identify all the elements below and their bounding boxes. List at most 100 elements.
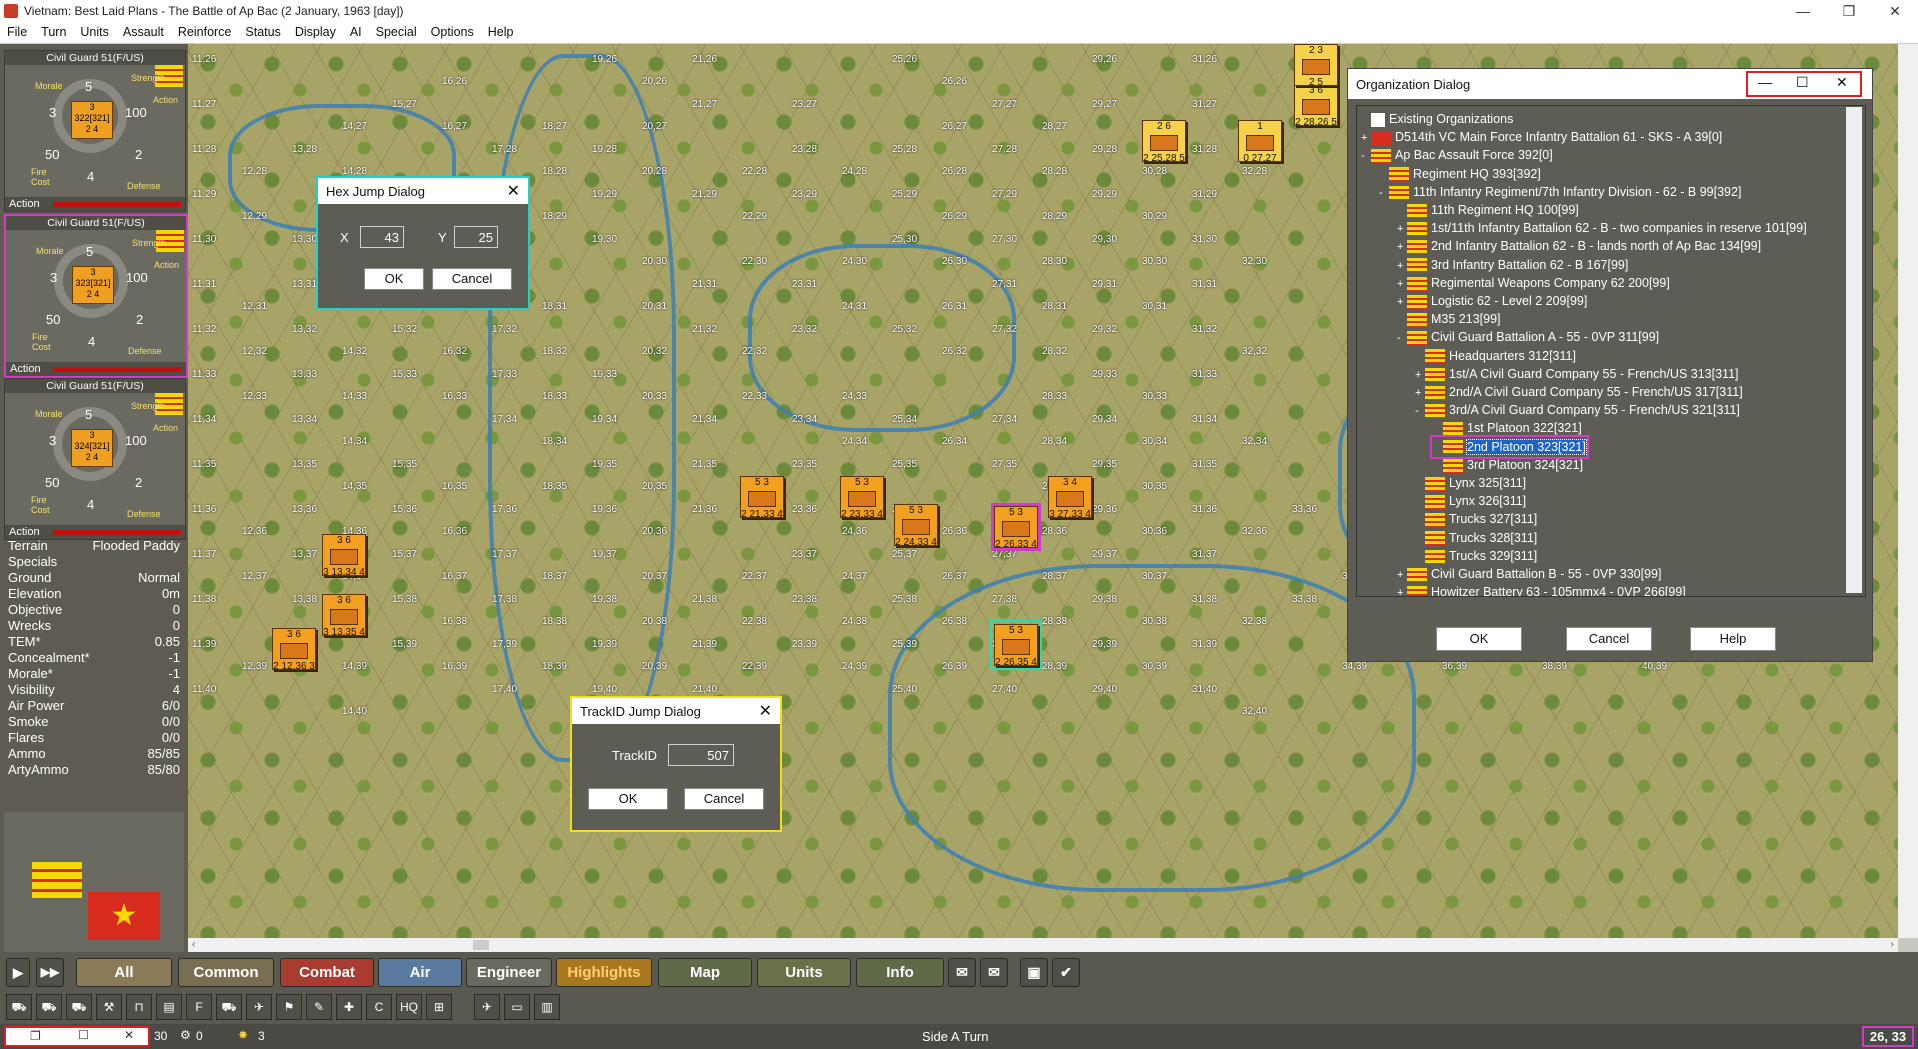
unit-counter[interactable]: 3 63 13,35 4 — [322, 594, 366, 638]
aircraft-icon[interactable]: ✈ — [474, 994, 500, 1020]
tab-common[interactable]: Common — [178, 958, 274, 987]
org-tree-item[interactable]: Trucks 329[311] — [1415, 547, 1537, 565]
mail-icon[interactable]: ✉ — [948, 958, 976, 987]
unit-card[interactable]: Civil Guard 51(F/US) Morale Strength Action… — [4, 214, 188, 378]
org-tree-item[interactable]: 1st Platoon 322[321] — [1433, 419, 1582, 437]
restore-icon[interactable]: ❐ — [30, 1029, 41, 1043]
org-tree-item[interactable]: +1st/11th Infantry Battalion 62 - B - tw… — [1397, 219, 1807, 237]
tab-info[interactable]: Info — [856, 958, 944, 987]
org-tree-item[interactable]: Trucks 328[311] — [1415, 529, 1537, 547]
org-tree-item[interactable]: 3rd Platoon 324[321] — [1433, 456, 1583, 474]
org-tree-item[interactable]: 2nd Platoon 323[321] — [1430, 434, 1589, 459]
trackid-input[interactable] — [668, 744, 734, 766]
menu-file[interactable]: File — [0, 22, 34, 39]
expander-icon[interactable]: + — [1397, 238, 1407, 256]
expander-icon[interactable]: + — [1397, 566, 1407, 584]
tab-combat[interactable]: Combat — [280, 958, 374, 987]
unit-counter[interactable]: 3 322[321] 2 4 — [71, 101, 113, 139]
expander-icon[interactable]: + — [1397, 293, 1407, 311]
tab-highlights[interactable]: Highlights — [556, 958, 652, 987]
org-tree-item[interactable]: + Howitzer Battery 63 - 105mmx4 - 0VP 266… — [1397, 583, 1686, 596]
unit-counter[interactable]: 1 0 27,27 — [1238, 120, 1282, 164]
ok-button[interactable]: OK — [364, 268, 424, 290]
org-tree-item[interactable]: + Logistic 62 - Level 2 209[99] — [1397, 292, 1587, 310]
unit-counter[interactable]: 5 3 2 24,33 4 — [894, 504, 938, 548]
ok-button[interactable]: OK — [588, 788, 668, 810]
menu-status[interactable]: Status — [238, 22, 287, 39]
expander-icon[interactable]: + — [1397, 584, 1407, 596]
unit-counter[interactable]: 3 6 2 12,36 3 — [272, 628, 316, 672]
check-icon[interactable]: ✔ — [1052, 958, 1080, 987]
org-tree-item[interactable]: M35 213[99] — [1397, 310, 1501, 328]
menu-turn[interactable]: Turn — [34, 22, 73, 39]
org-tree-item[interactable]: - Ap Bac Assault Force 392[0] — [1361, 146, 1553, 164]
org-tree-item[interactable]: Lynx 325[311] — [1415, 474, 1526, 492]
fast-forward-icon[interactable]: ▶▶ — [36, 958, 64, 987]
unit-counter[interactable]: 3 324[321] 2 4 — [71, 429, 113, 467]
org-tree-item[interactable]: - 3rd/A Civil Guard Company 55 - French/U… — [1415, 401, 1740, 419]
menu-ai[interactable]: AI — [343, 22, 369, 39]
menu-help[interactable]: Help — [481, 22, 521, 39]
org-tree-item[interactable]: 11th Regiment HQ 100[99] — [1397, 201, 1579, 219]
cancel-button[interactable]: Cancel — [432, 268, 512, 290]
play-icon[interactable]: ▶ — [6, 958, 30, 987]
org-tree-scrollbar[interactable] — [1846, 107, 1862, 593]
expander-icon[interactable]: - — [1361, 147, 1371, 165]
unit-counter[interactable]: 5 3 2 26,33 4 — [991, 503, 1041, 551]
map-vertical-scrollbar[interactable] — [1898, 44, 1918, 938]
unit-counter[interactable]: 3 323[321] 2 4 — [72, 266, 114, 304]
unit-counter[interactable]: 5 3 2 26,35 4 — [990, 620, 1042, 670]
close-icon[interactable]: ✕ — [124, 1028, 134, 1042]
flag-icon[interactable]: ⚑ — [276, 994, 302, 1020]
tab-map[interactable]: Map — [658, 958, 752, 987]
group-icon[interactable]: ▥ — [534, 994, 560, 1020]
expander-icon[interactable]: - — [1379, 184, 1389, 202]
org-tree-item[interactable]: Regiment HQ 393[392] — [1379, 165, 1541, 183]
menu-special[interactable]: Special — [369, 22, 424, 39]
howitzer-icon[interactable]: ⚒ — [96, 994, 122, 1020]
org-icon[interactable]: ⊞ — [426, 994, 452, 1020]
menu-units[interactable]: Units — [73, 22, 115, 39]
menu-options[interactable]: Options — [424, 22, 481, 39]
expander-icon[interactable]: + — [1397, 275, 1407, 293]
expander-icon[interactable]: + — [1415, 366, 1425, 384]
close-icon[interactable]: ✕ — [1836, 74, 1848, 91]
supply-icon[interactable]: ⛟ — [216, 994, 242, 1020]
y-input[interactable] — [454, 226, 498, 248]
tab-air[interactable]: Air — [378, 958, 462, 987]
menu-reinforce[interactable]: Reinforce — [171, 22, 239, 39]
org-tree-item[interactable]: Headquarters 312[311] — [1415, 347, 1576, 365]
menu-display[interactable]: Display — [288, 22, 343, 39]
org-tree-item[interactable]: +2nd Infantry Battalion 62 - B - lands n… — [1397, 237, 1761, 255]
scroll-right-arrow[interactable]: › — [1891, 939, 1894, 950]
expander-icon[interactable]: + — [1415, 384, 1425, 402]
expander-icon[interactable]: - — [1415, 402, 1425, 420]
eng-icon[interactable]: ✎ — [306, 994, 332, 1020]
cross-icon[interactable]: ✚ — [336, 994, 362, 1020]
maximize-icon[interactable]: ☐ — [78, 1028, 89, 1042]
org-tree-item[interactable]: +1st/A Civil Guard Company 55 - French/U… — [1415, 365, 1739, 383]
truck-icon[interactable]: ⛟ — [66, 994, 92, 1020]
tab-units[interactable]: Units — [757, 958, 851, 987]
maximize-button[interactable]: ❐ — [1826, 0, 1872, 22]
bridge-icon[interactable]: ⊓ — [126, 994, 152, 1020]
unit-counter[interactable]: 2 62 25,28 5 — [1142, 120, 1186, 164]
unit-counter[interactable]: 5 3 2 21,33 4 — [740, 476, 784, 520]
expander-icon[interactable]: - — [1397, 329, 1407, 347]
org-tree-item[interactable]: +3rd Infantry Battalion 62 - B 167[99] — [1397, 256, 1628, 274]
unit-counter[interactable]: 3 43 27,33 4 — [1048, 476, 1092, 520]
apc-icon[interactable]: ⛟ — [36, 994, 62, 1020]
cancel-button[interactable]: Cancel — [1566, 627, 1652, 651]
unit-card[interactable]: Civil Guard 51(F/US) Morale Strength Action… — [4, 378, 186, 540]
minimize-icon[interactable]: — — [1758, 74, 1772, 90]
close-button[interactable]: ✕ — [1872, 0, 1918, 22]
org-tree-item[interactable]: - 11th Infantry Regiment/7th Infantry Div… — [1379, 183, 1741, 201]
heli-icon[interactable]: ✈ — [246, 994, 272, 1020]
cancel-button[interactable]: Cancel — [684, 788, 764, 810]
minimize-button[interactable]: — — [1780, 0, 1826, 22]
help-button[interactable]: Help — [1690, 627, 1776, 651]
scroll-thumb[interactable] — [473, 940, 489, 950]
unit-card[interactable]: Civil Guard 51(F/US) Morale Strength Action… — [4, 50, 186, 212]
close-icon[interactable]: ✕ — [507, 181, 520, 201]
org-tree-item[interactable]: + Civil Guard Battalion B - 55 - 0VP 330[… — [1397, 565, 1661, 583]
